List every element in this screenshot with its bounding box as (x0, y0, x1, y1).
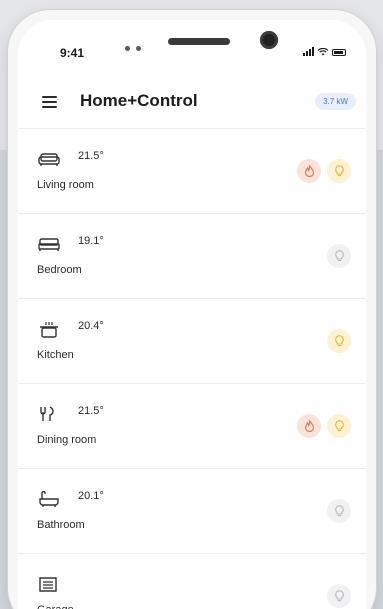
room-row[interactable]: 20.4° Kitchen (18, 298, 366, 383)
room-temperature: 20.4° (78, 320, 104, 332)
room-row[interactable]: Garage (18, 553, 366, 609)
room-temperature: 21.5° (78, 150, 104, 162)
bed-icon (38, 236, 60, 252)
status-time: 9:41 (60, 46, 85, 60)
cooking-pot-icon (38, 321, 60, 338)
power-consumption-badge: 3.7 kW (315, 93, 356, 110)
notch-sensor-dots (125, 38, 149, 51)
room-status-controls (327, 244, 351, 268)
light-bulb-icon[interactable] (327, 329, 351, 353)
room-name: Bedroom (37, 264, 82, 276)
hamburger-menu-icon[interactable] (42, 96, 57, 108)
heating-flame-icon[interactable] (297, 414, 321, 438)
status-bar: 9:41 (18, 20, 366, 60)
room-row[interactable]: 20.1° Bathroom (18, 468, 366, 553)
phone-screen: 9:41 Home+Control 3.7 kW 21.5° Living ro… (18, 20, 366, 609)
light-bulb-icon[interactable] (327, 499, 351, 523)
room-row[interactable]: 19.1° Bedroom (18, 213, 366, 298)
bathtub-icon (38, 490, 60, 507)
room-list: 21.5° Living room 19.1° Bedroom 20.4° Kitchen… (18, 128, 366, 609)
light-bulb-icon[interactable] (327, 584, 351, 608)
room-status-controls (327, 499, 351, 523)
room-status-controls (297, 414, 351, 438)
app-header: Home+Control 3.7 kW (18, 82, 366, 126)
battery-icon (332, 49, 346, 56)
phone-frame: 9:41 Home+Control 3.7 kW 21.5° Living ro… (8, 10, 376, 609)
room-name: Living room (37, 179, 94, 191)
sofa-icon (38, 151, 60, 167)
room-name: Kitchen (37, 349, 74, 361)
room-row[interactable]: 21.5° Dining room (18, 383, 366, 468)
cutlery-icon (38, 406, 60, 422)
room-name: Garage (37, 604, 74, 609)
room-row[interactable]: 21.5° Living room (18, 128, 366, 213)
room-name: Dining room (37, 434, 97, 446)
room-temperature: 19.1° (78, 235, 104, 247)
room-name: Bathroom (37, 519, 85, 531)
room-status-controls (297, 159, 351, 183)
front-camera (260, 31, 278, 49)
room-temperature: 20.1° (78, 490, 104, 502)
garage-icon (38, 576, 60, 592)
light-bulb-icon[interactable] (327, 244, 351, 268)
wifi-icon (318, 48, 328, 56)
cellular-signal-icon (303, 47, 314, 56)
heating-flame-icon[interactable] (297, 159, 321, 183)
light-bulb-icon[interactable] (327, 414, 351, 438)
room-status-controls (327, 584, 351, 608)
notch-speaker (168, 38, 230, 45)
room-status-controls (327, 329, 351, 353)
room-temperature: 21.5° (78, 405, 104, 417)
app-title: Home+Control (80, 91, 198, 110)
light-bulb-icon[interactable] (327, 159, 351, 183)
status-icons (303, 46, 346, 56)
